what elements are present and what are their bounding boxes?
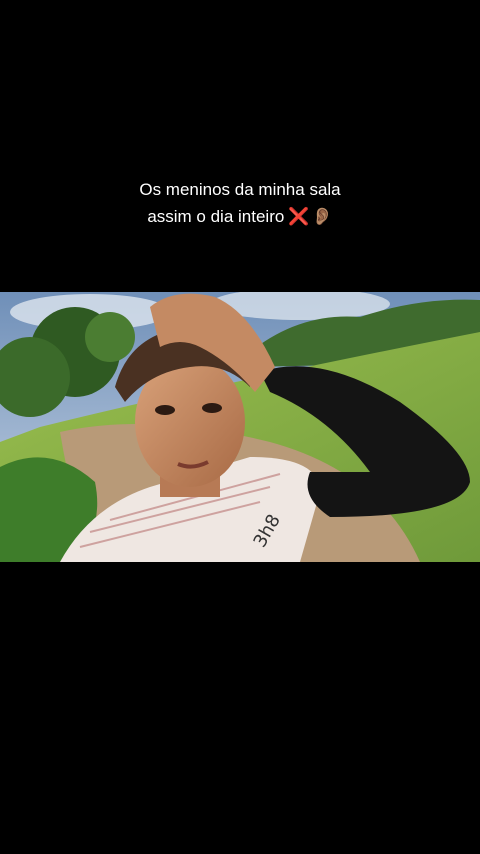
tree — [85, 312, 135, 362]
caption-line-2-text: assim o dia inteiro — [147, 207, 285, 226]
video-caption: Os meninos da minha sala assim o dia int… — [0, 176, 480, 230]
video-frame[interactable]: 3h8 — [0, 292, 480, 562]
eye-left — [155, 405, 175, 415]
eye-right — [202, 403, 222, 413]
ear-emoji-icon: 👂🏽 — [311, 207, 333, 226]
selfie-photo: 3h8 — [0, 292, 480, 562]
caption-line-1: Os meninos da minha sala — [139, 180, 341, 199]
caption-line-2: assim o dia inteiro ❌ 👂🏽 — [0, 203, 480, 230]
cross-emoji-icon: ❌ — [288, 207, 310, 226]
